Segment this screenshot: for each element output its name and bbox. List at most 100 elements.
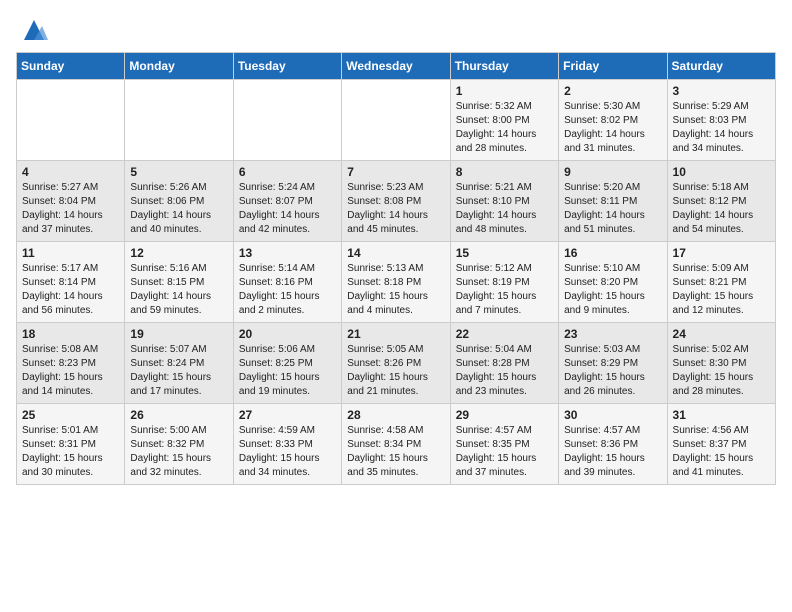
day-info: Sunrise: 5:05 AM Sunset: 8:26 PM Dayligh… xyxy=(347,343,444,399)
calendar-cell: 12 Sunrise: 5:16 AM Sunset: 8:15 PM Dayli… xyxy=(125,242,233,323)
day-info: Sunrise: 5:14 AM Sunset: 8:16 PM Dayligh… xyxy=(239,262,336,318)
day-info: Sunrise: 5:09 AM Sunset: 8:21 PM Dayligh… xyxy=(673,262,770,318)
day-info: Sunrise: 5:06 AM Sunset: 8:25 PM Dayligh… xyxy=(239,343,336,399)
calendar-cell: 14 Sunrise: 5:13 AM Sunset: 8:18 PM Dayli… xyxy=(342,242,450,323)
day-number: 6 xyxy=(239,165,336,179)
day-info: Sunrise: 4:57 AM Sunset: 8:35 PM Dayligh… xyxy=(456,424,553,480)
day-number: 25 xyxy=(22,408,119,422)
calendar-cell: 11 Sunrise: 5:17 AM Sunset: 8:14 PM Dayli… xyxy=(17,242,125,323)
day-number: 18 xyxy=(22,327,119,341)
calendar-cell xyxy=(125,80,233,161)
calendar-cell: 6 Sunrise: 5:24 AM Sunset: 8:07 PM Daylig… xyxy=(233,161,341,242)
weekday-header-row: SundayMondayTuesdayWednesdayThursdayFrid… xyxy=(17,53,776,80)
weekday-header-sunday: Sunday xyxy=(17,53,125,80)
calendar-cell: 24Sunrise: 5:02 AM Sunset: 8:30 PM Dayli… xyxy=(667,323,775,404)
day-info: Sunrise: 5:13 AM Sunset: 8:18 PM Dayligh… xyxy=(347,262,444,318)
logo-icon xyxy=(20,16,48,44)
calendar-week-2: 4Sunrise: 5:27 AM Sunset: 8:04 PM Daylig… xyxy=(17,161,776,242)
day-info: Sunrise: 5:32 AM Sunset: 8:00 PM Dayligh… xyxy=(456,100,553,156)
page-header xyxy=(16,16,776,44)
weekday-header-friday: Friday xyxy=(559,53,667,80)
calendar-cell: 29 Sunrise: 4:57 AM Sunset: 8:35 PM Dayli… xyxy=(450,404,558,485)
calendar-cell xyxy=(233,80,341,161)
calendar-cell: 5 Sunrise: 5:26 AM Sunset: 8:06 PM Daylig… xyxy=(125,161,233,242)
day-number: 11 xyxy=(22,246,119,260)
calendar-cell: 7 Sunrise: 5:23 AM Sunset: 8:08 PM Daylig… xyxy=(342,161,450,242)
day-number: 10 xyxy=(673,165,770,179)
calendar-cell: 8 Sunrise: 5:21 AM Sunset: 8:10 PM Daylig… xyxy=(450,161,558,242)
day-number: 31 xyxy=(673,408,770,422)
logo xyxy=(16,16,48,44)
day-info: Sunrise: 5:18 AM Sunset: 8:12 PM Dayligh… xyxy=(673,181,770,237)
day-number: 22 xyxy=(456,327,553,341)
weekday-header-wednesday: Wednesday xyxy=(342,53,450,80)
day-info: Sunrise: 5:17 AM Sunset: 8:14 PM Dayligh… xyxy=(22,262,119,318)
calendar-cell: 23 Sunrise: 5:03 AM Sunset: 8:29 PM Dayli… xyxy=(559,323,667,404)
calendar-week-1: 1 Sunrise: 5:32 AM Sunset: 8:00 PM Daylig… xyxy=(17,80,776,161)
day-info: Sunrise: 5:03 AM Sunset: 8:29 PM Dayligh… xyxy=(564,343,661,399)
day-info: Sunrise: 5:01 AM Sunset: 8:31 PM Dayligh… xyxy=(22,424,119,480)
day-info: Sunrise: 5:27 AM Sunset: 8:04 PM Dayligh… xyxy=(22,181,119,237)
day-number: 7 xyxy=(347,165,444,179)
day-number: 29 xyxy=(456,408,553,422)
day-number: 21 xyxy=(347,327,444,341)
calendar-cell: 31 Sunrise: 4:56 AM Sunset: 8:37 PM Dayli… xyxy=(667,404,775,485)
day-number: 12 xyxy=(130,246,227,260)
calendar-cell: 21 Sunrise: 5:05 AM Sunset: 8:26 PM Dayli… xyxy=(342,323,450,404)
calendar-cell: 13 Sunrise: 5:14 AM Sunset: 8:16 PM Dayli… xyxy=(233,242,341,323)
day-info: Sunrise: 5:07 AM Sunset: 8:24 PM Dayligh… xyxy=(130,343,227,399)
calendar-cell: 25 Sunrise: 5:01 AM Sunset: 8:31 PM Dayli… xyxy=(17,404,125,485)
day-number: 23 xyxy=(564,327,661,341)
day-info: Sunrise: 5:00 AM Sunset: 8:32 PM Dayligh… xyxy=(130,424,227,480)
calendar-cell: 17 Sunrise: 5:09 AM Sunset: 8:21 PM Dayli… xyxy=(667,242,775,323)
day-info: Sunrise: 4:58 AM Sunset: 8:34 PM Dayligh… xyxy=(347,424,444,480)
day-info: Sunrise: 5:10 AM Sunset: 8:20 PM Dayligh… xyxy=(564,262,661,318)
day-number: 5 xyxy=(130,165,227,179)
calendar-cell: 16 Sunrise: 5:10 AM Sunset: 8:20 PM Dayli… xyxy=(559,242,667,323)
day-number: 1 xyxy=(456,84,553,98)
day-info: Sunrise: 5:04 AM Sunset: 8:28 PM Dayligh… xyxy=(456,343,553,399)
day-number: 8 xyxy=(456,165,553,179)
calendar-cell: 1 Sunrise: 5:32 AM Sunset: 8:00 PM Daylig… xyxy=(450,80,558,161)
day-info: Sunrise: 5:23 AM Sunset: 8:08 PM Dayligh… xyxy=(347,181,444,237)
day-info: Sunrise: 5:02 AM Sunset: 8:30 PM Dayligh… xyxy=(673,343,770,399)
day-number: 13 xyxy=(239,246,336,260)
day-info: Sunrise: 5:12 AM Sunset: 8:19 PM Dayligh… xyxy=(456,262,553,318)
day-info: Sunrise: 4:59 AM Sunset: 8:33 PM Dayligh… xyxy=(239,424,336,480)
day-info: Sunrise: 5:16 AM Sunset: 8:15 PM Dayligh… xyxy=(130,262,227,318)
weekday-header-monday: Monday xyxy=(125,53,233,80)
day-number: 17 xyxy=(673,246,770,260)
calendar-cell: 2 Sunrise: 5:30 AM Sunset: 8:02 PM Daylig… xyxy=(559,80,667,161)
day-number: 26 xyxy=(130,408,227,422)
day-info: Sunrise: 4:56 AM Sunset: 8:37 PM Dayligh… xyxy=(673,424,770,480)
day-number: 2 xyxy=(564,84,661,98)
day-number: 15 xyxy=(456,246,553,260)
calendar-cell: 9Sunrise: 5:20 AM Sunset: 8:11 PM Daylig… xyxy=(559,161,667,242)
calendar-cell: 19Sunrise: 5:07 AM Sunset: 8:24 PM Dayli… xyxy=(125,323,233,404)
day-info: Sunrise: 5:24 AM Sunset: 8:07 PM Dayligh… xyxy=(239,181,336,237)
day-info: Sunrise: 5:08 AM Sunset: 8:23 PM Dayligh… xyxy=(22,343,119,399)
day-number: 28 xyxy=(347,408,444,422)
day-info: Sunrise: 5:30 AM Sunset: 8:02 PM Dayligh… xyxy=(564,100,661,156)
calendar-week-5: 25 Sunrise: 5:01 AM Sunset: 8:31 PM Dayli… xyxy=(17,404,776,485)
calendar-cell: 18 Sunrise: 5:08 AM Sunset: 8:23 PM Dayli… xyxy=(17,323,125,404)
day-number: 3 xyxy=(673,84,770,98)
day-info: Sunrise: 5:26 AM Sunset: 8:06 PM Dayligh… xyxy=(130,181,227,237)
calendar-week-4: 18 Sunrise: 5:08 AM Sunset: 8:23 PM Dayli… xyxy=(17,323,776,404)
weekday-header-saturday: Saturday xyxy=(667,53,775,80)
day-info: Sunrise: 5:21 AM Sunset: 8:10 PM Dayligh… xyxy=(456,181,553,237)
calendar-cell: 15 Sunrise: 5:12 AM Sunset: 8:19 PM Dayli… xyxy=(450,242,558,323)
day-number: 30 xyxy=(564,408,661,422)
calendar-table: SundayMondayTuesdayWednesdayThursdayFrid… xyxy=(16,52,776,485)
day-number: 27 xyxy=(239,408,336,422)
calendar-week-3: 11 Sunrise: 5:17 AM Sunset: 8:14 PM Dayli… xyxy=(17,242,776,323)
day-number: 16 xyxy=(564,246,661,260)
calendar-cell: 10 Sunrise: 5:18 AM Sunset: 8:12 PM Dayli… xyxy=(667,161,775,242)
calendar-cell: 30Sunrise: 4:57 AM Sunset: 8:36 PM Dayli… xyxy=(559,404,667,485)
weekday-header-thursday: Thursday xyxy=(450,53,558,80)
calendar-cell: 4Sunrise: 5:27 AM Sunset: 8:04 PM Daylig… xyxy=(17,161,125,242)
weekday-header-tuesday: Tuesday xyxy=(233,53,341,80)
calendar-cell: 3 Sunrise: 5:29 AM Sunset: 8:03 PM Daylig… xyxy=(667,80,775,161)
day-number: 14 xyxy=(347,246,444,260)
day-info: Sunrise: 5:29 AM Sunset: 8:03 PM Dayligh… xyxy=(673,100,770,156)
